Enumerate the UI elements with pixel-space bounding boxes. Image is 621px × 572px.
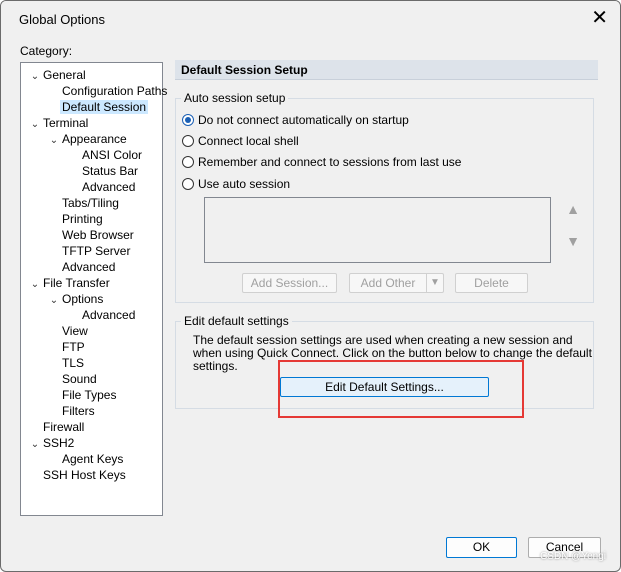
tree-item-label: Tabs/Tiling [62, 196, 119, 210]
tree-item-label: Terminal [43, 116, 89, 130]
add-other-button[interactable]: Add Other ▼ [349, 273, 444, 293]
tree-item[interactable]: ⌄ File Transfer [29, 275, 112, 291]
category-tree[interactable]: ⌄ General Configuration Paths Default Sessi… [20, 62, 167, 516]
radio-auto-session[interactable]: Use auto session [182, 176, 290, 192]
tree-item[interactable]: Printing [48, 211, 105, 227]
tree-item[interactable]: Advanced [68, 307, 137, 323]
radio-label: Connect local shell [198, 134, 299, 148]
tree-item-label: Sound [62, 372, 97, 386]
radio-icon[interactable] [182, 114, 194, 126]
tree-item[interactable]: Tabs/Tiling [48, 195, 121, 211]
tree-item-label: Advanced [82, 180, 136, 194]
tree-item[interactable]: ⌄ Options [48, 291, 105, 307]
tree-item[interactable]: Status Bar [68, 163, 140, 179]
tree-item[interactable]: ⌄ SSH2 [29, 435, 76, 451]
chevron-down-icon[interactable]: ⌄ [29, 437, 41, 453]
tree-item[interactable]: Default Session [48, 99, 149, 115]
tree-item-label: Advanced [62, 260, 116, 274]
tree-item-label: Agent Keys [62, 452, 124, 466]
delete-button[interactable]: Delete [455, 273, 528, 293]
radio-remember-sessions[interactable]: Remember and connect to sessions from la… [182, 154, 461, 170]
tree-item[interactable]: Agent Keys [48, 451, 125, 467]
tree-item-label: Advanced [82, 308, 136, 322]
tree-item[interactable]: ⌄ Appearance [48, 131, 129, 147]
tree-item[interactable]: ⌄ General [29, 67, 88, 83]
chevron-down-icon[interactable]: ⌄ [48, 133, 60, 149]
tree-item[interactable]: Configuration Paths [48, 83, 169, 99]
radio-no-connect[interactable]: Do not connect automatically on startup [182, 112, 409, 128]
auto-session-legend: Auto session setup [181, 91, 289, 105]
radio-icon[interactable] [182, 178, 194, 190]
move-down-icon[interactable]: ▼ [562, 230, 584, 252]
add-other-label: Add Other [360, 276, 416, 290]
tree-item-label: Default Session [60, 100, 149, 114]
tree-item-label: FTP [62, 340, 85, 354]
tree-item-label: Status Bar [82, 164, 139, 178]
tree-item-label: TFTP Server [62, 244, 131, 258]
tree-item[interactable]: ANSI Color [68, 147, 144, 163]
tree-item-label: Web Browser [62, 228, 134, 242]
move-up-icon[interactable]: ▲ [562, 198, 584, 220]
tree-item-label: ANSI Color [82, 148, 143, 162]
tree-item-label: TLS [62, 356, 85, 370]
tree-item-label: File Transfer [43, 276, 110, 290]
radio-label: Remember and connect to sessions from la… [198, 155, 462, 169]
tree-item[interactable]: File Types [48, 387, 118, 403]
ok-button[interactable]: OK [446, 537, 517, 558]
auto-session-list[interactable] [204, 197, 551, 263]
tree-item-label: Appearance [62, 132, 127, 146]
tree-item-label: Configuration Paths [62, 84, 168, 98]
watermark: CSDN @Yengi [540, 551, 606, 562]
tree-item[interactable]: TLS [48, 355, 86, 371]
tree-item[interactable]: TFTP Server [48, 243, 132, 259]
tree-item[interactable]: Filters [48, 403, 97, 419]
add-session-button[interactable]: Add Session... [242, 273, 337, 293]
tree-item[interactable]: FTP [48, 339, 87, 355]
tree-item-label: View [62, 324, 88, 338]
tree-item[interactable]: SSH Host Keys [29, 467, 128, 483]
radio-icon[interactable] [182, 156, 194, 168]
window-title: Global Options [19, 12, 105, 27]
tree-item-label: Printing [62, 212, 103, 226]
tree-item[interactable]: Web Browser [48, 227, 136, 243]
tree-item[interactable]: ⌄ Terminal [29, 115, 90, 131]
tree-item[interactable]: Advanced [48, 259, 117, 275]
global-options-dialog: Global Options ✕ Category: ⌄ General Confi… [0, 0, 621, 572]
tree-item-label: General [43, 68, 86, 82]
radio-local-shell[interactable]: Connect local shell [182, 133, 299, 149]
tree-item[interactable]: View [48, 323, 90, 339]
tree-item-label: Filters [62, 404, 95, 418]
tree-item[interactable]: Sound [48, 371, 99, 387]
radio-label: Do not connect automatically on startup [198, 113, 409, 127]
close-icon[interactable]: ✕ [591, 7, 608, 29]
highlight-annotation [278, 360, 524, 418]
title-bar: Global Options ✕ [1, 1, 620, 39]
tree-item-label: File Types [62, 388, 117, 402]
chevron-down-icon[interactable]: ⌄ [29, 277, 41, 293]
edit-default-legend: Edit default settings [181, 314, 292, 328]
tree-item-label: Firewall [43, 420, 85, 434]
chevron-down-icon[interactable]: ⌄ [48, 293, 60, 309]
radio-icon[interactable] [182, 135, 194, 147]
tree-item-label: SSH2 [43, 436, 75, 450]
chevron-down-icon[interactable]: ⌄ [29, 69, 41, 85]
category-label: Category: [20, 44, 73, 58]
tree-item[interactable]: Advanced [68, 179, 137, 195]
section-header: Default Session Setup [175, 60, 598, 80]
radio-label: Use auto session [198, 177, 291, 191]
tree-item[interactable]: Firewall [29, 419, 86, 435]
tree-item-label: Options [62, 292, 104, 306]
chevron-down-icon[interactable]: ⌄ [29, 117, 41, 133]
tree-item-label: SSH Host Keys [43, 468, 126, 482]
dropdown-arrow-icon[interactable]: ▼ [426, 274, 443, 292]
